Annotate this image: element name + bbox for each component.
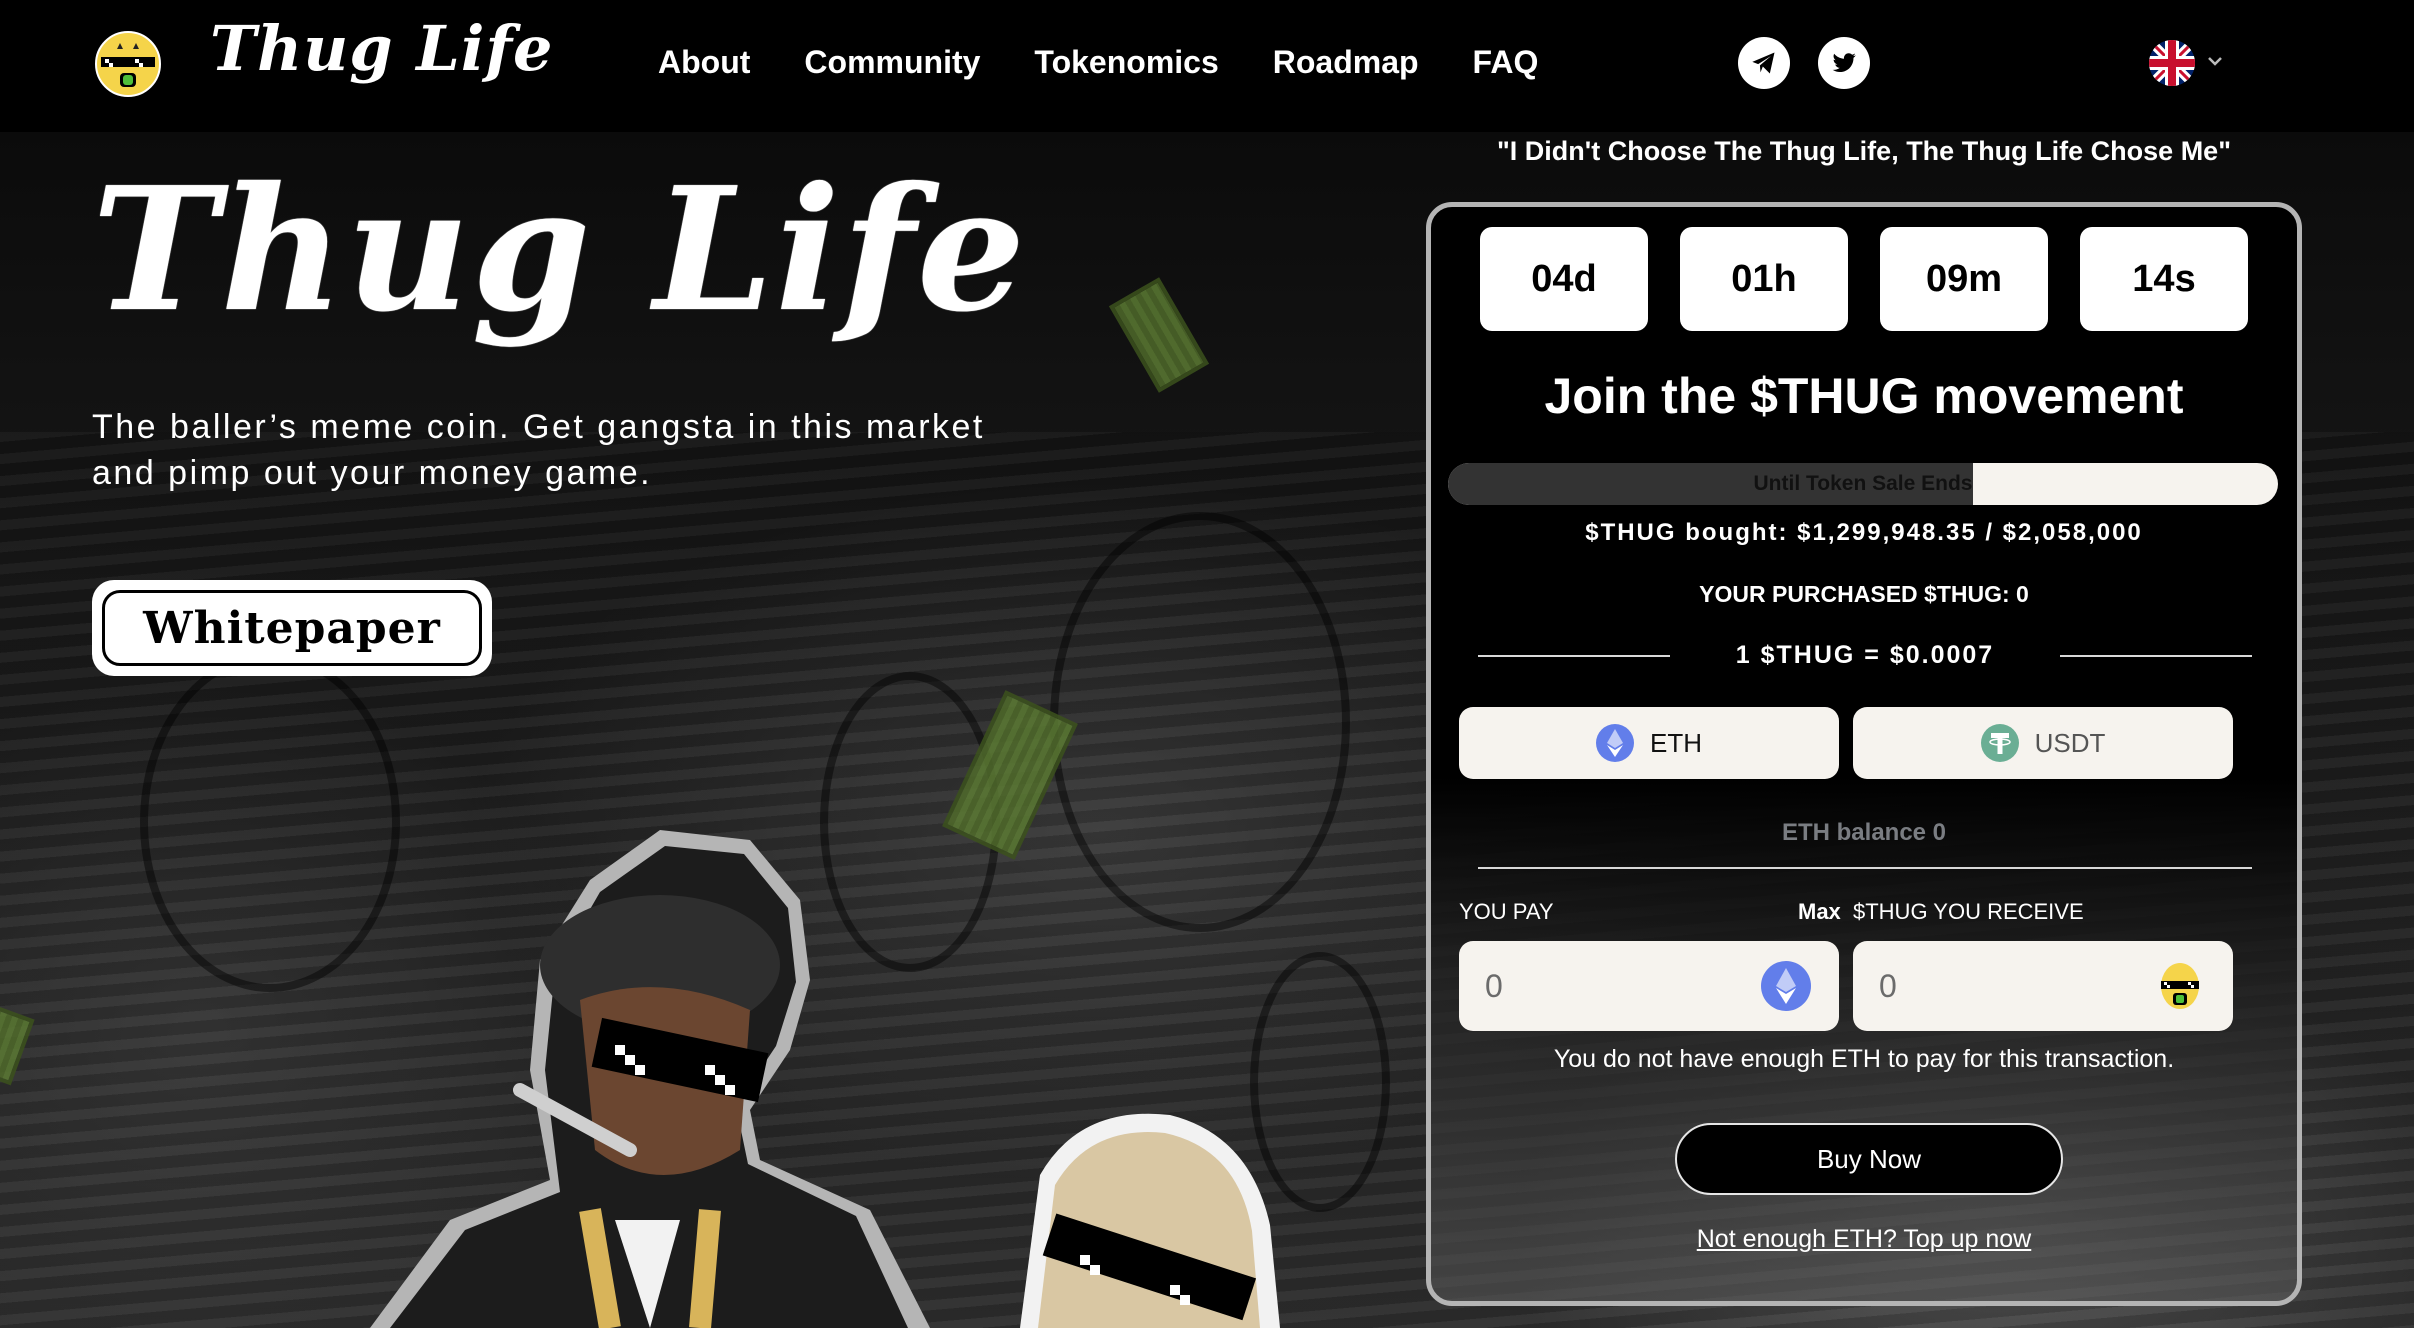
uk-flag-icon[interactable]	[2149, 40, 2195, 86]
presale-quote: "I Didn't Choose The Thug Life, The Thug…	[1497, 136, 2231, 166]
telegram-button[interactable]	[1738, 37, 1790, 89]
eth-icon	[1596, 724, 1634, 762]
receive-amount-input[interactable]	[1879, 961, 2119, 1011]
site-header: Thug Life About Community Tokenomics Roa…	[0, 0, 2414, 132]
receive-input-box	[1853, 941, 2233, 1031]
main-nav: About Community Tokenomics Roadmap FAQ	[658, 40, 1538, 84]
thug-emoji-logo-icon[interactable]	[95, 31, 161, 97]
snoop-figure-image	[370, 830, 930, 1328]
top-up-link[interactable]: Not enough ETH? Top up now	[1431, 1225, 2297, 1254]
eth-icon	[1761, 961, 1811, 1011]
divider	[1478, 867, 2252, 869]
kid-figure-image	[1020, 1113, 1280, 1328]
twitter-button[interactable]	[1818, 37, 1870, 89]
eth-token-button[interactable]: ETH	[1459, 707, 1839, 779]
thug-token-icon	[2161, 963, 2199, 1009]
graffiti-mark	[1050, 512, 1350, 932]
pay-input-box	[1459, 941, 1839, 1031]
whitepaper-button[interactable]: Whitepaper	[92, 580, 492, 676]
nav-community[interactable]: Community	[804, 40, 980, 84]
sale-progress-bar: Until Token Sale Ends	[1448, 463, 2278, 505]
divider	[1478, 654, 1670, 657]
receive-label: $THUG YOU RECEIVE	[1853, 899, 2084, 924]
usdt-token-button[interactable]: USDT	[1853, 707, 2233, 779]
nav-faq[interactable]: FAQ	[1473, 40, 1539, 84]
purchased-amount: YOUR PURCHASED $THUG: 0	[1699, 581, 2029, 607]
presale-title: Join the $THUG movement	[1544, 368, 2184, 424]
telegram-icon	[1752, 52, 1775, 74]
countdown-minutes: 09m	[1880, 227, 2048, 331]
presale-card: 04d 01h 09m 14s Join the $THUG movement …	[1426, 202, 2302, 1306]
chevron-down-icon[interactable]	[2206, 52, 2224, 70]
countdown-hours: 01h	[1680, 227, 1848, 331]
buy-now-button[interactable]: Buy Now	[1675, 1123, 2063, 1195]
countdown-days: 04d	[1480, 227, 1648, 331]
pay-amount-input[interactable]	[1485, 961, 1725, 1011]
whitepaper-label: Whitepaper	[102, 590, 482, 666]
nav-roadmap[interactable]: Roadmap	[1273, 40, 1419, 84]
max-button[interactable]: Max	[1798, 899, 1841, 925]
eth-token-label: ETH	[1650, 727, 1702, 758]
pay-label: YOU PAY	[1459, 899, 1554, 924]
countdown-seconds: 14s	[2080, 227, 2248, 331]
price-row: 1 $THUG = $0.0007	[1478, 641, 2252, 670]
nav-about[interactable]: About	[658, 40, 750, 84]
eth-balance: ETH balance 0	[1781, 819, 1947, 846]
usdt-token-label: USDT	[2034, 727, 2106, 758]
divider	[2059, 654, 2252, 657]
hero-title: Thug Life	[92, 150, 1028, 350]
insufficient-funds-error: You do not have enough ETH to pay for th…	[1553, 1045, 2175, 1073]
token-price: 1 $THUG = $0.0007	[1735, 641, 1995, 669]
usdt-icon	[1980, 724, 2019, 762]
sale-progress-label: Until Token Sale Ends	[1753, 472, 1973, 495]
nav-tokenomics[interactable]: Tokenomics	[1034, 40, 1218, 84]
countdown: 04d 01h 09m 14s	[1480, 227, 2248, 331]
site-logo-text[interactable]: Thug Life	[210, 18, 554, 80]
twitter-icon	[1832, 53, 1856, 72]
hero-subtitle: The baller’s meme coin. Get gangsta in t…	[92, 408, 985, 492]
bought-amount: $THUG bought: $1,299,948.35 / $2,058,000	[1585, 519, 2143, 546]
